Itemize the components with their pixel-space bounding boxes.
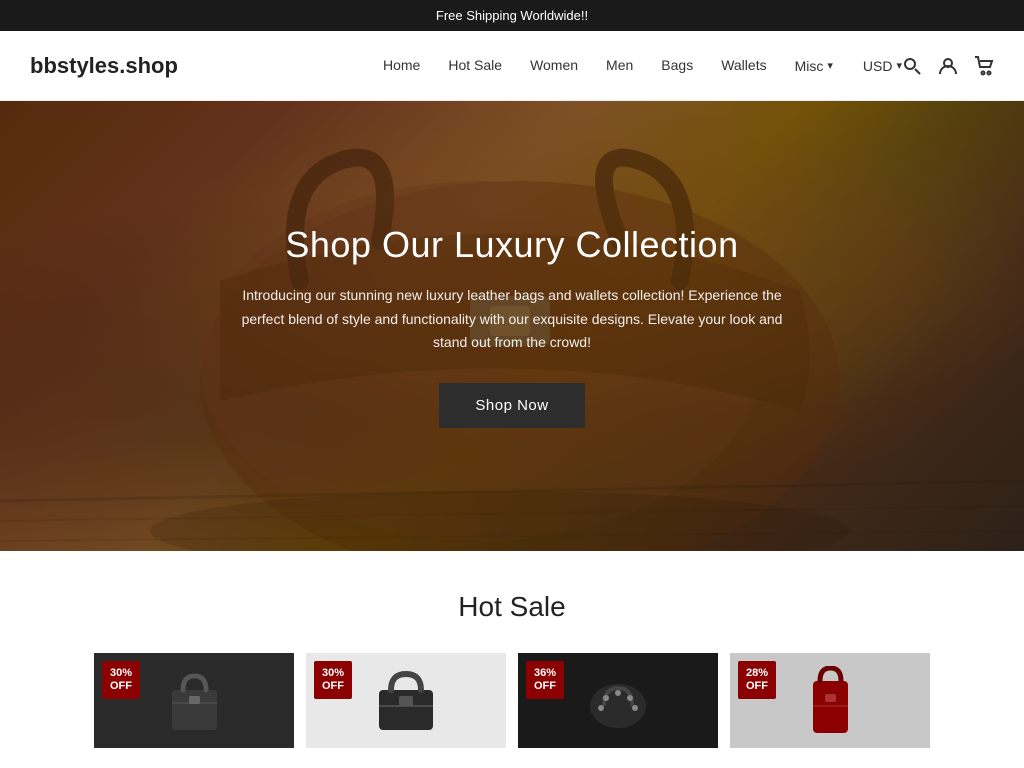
nav-item-misc[interactable]: Misc — [795, 58, 833, 74]
hero-subtitle: Introducing our stunning new luxury leat… — [232, 284, 792, 355]
hero-section: Shop Our Luxury Collection Introducing o… — [0, 101, 1024, 551]
account-icon — [938, 56, 958, 76]
cart-icon — [974, 56, 994, 76]
discount-badge: 30% OFF — [314, 661, 352, 699]
product-card[interactable]: 30% OFF — [94, 653, 294, 748]
discount-badge: 30% OFF — [102, 661, 140, 699]
account-button[interactable] — [938, 56, 958, 76]
search-button[interactable] — [902, 56, 922, 76]
nav-link-men[interactable]: Men — [606, 57, 633, 73]
hero-title: Shop Our Luxury Collection — [232, 224, 792, 266]
nav-item-men[interactable]: Men — [606, 57, 633, 75]
hot-sale-section: Hot Sale 30% OFF — [0, 551, 1024, 768]
top-banner: Free Shipping Worldwide!! — [0, 0, 1024, 31]
bag-svg — [371, 668, 441, 733]
nav-item-hot-sale[interactable]: Hot Sale — [448, 57, 502, 75]
site-logo[interactable]: bbstyles.shop — [30, 53, 178, 79]
discount-badge: 36% OFF — [526, 661, 564, 699]
bag-svg — [167, 668, 222, 733]
products-grid: 30% OFF 30% OFF — [20, 653, 1004, 748]
nav-link-wallets[interactable]: Wallets — [721, 57, 766, 73]
product-card[interactable]: 28% OFF — [730, 653, 930, 748]
nav-links: Home Hot Sale Women Men Bags Wallets Mis… — [383, 57, 833, 75]
banner-text: Free Shipping Worldwide!! — [436, 8, 588, 23]
bag-svg — [808, 666, 853, 736]
nav-link-misc[interactable]: Misc — [795, 58, 833, 74]
shop-now-button[interactable]: Shop Now — [439, 383, 584, 428]
main-nav: Home Hot Sale Women Men Bags Wallets Mis… — [383, 57, 863, 75]
search-icon — [902, 56, 922, 76]
cart-button[interactable] — [974, 56, 994, 76]
bag-svg — [586, 668, 651, 733]
product-card[interactable]: 36% OFF — [518, 653, 718, 748]
nav-link-bags[interactable]: Bags — [661, 57, 693, 73]
discount-badge: 28% OFF — [738, 661, 776, 699]
nav-link-home[interactable]: Home — [383, 57, 420, 73]
nav-link-women[interactable]: Women — [530, 57, 578, 73]
hot-sale-title: Hot Sale — [20, 591, 1004, 623]
nav-link-hot-sale[interactable]: Hot Sale — [448, 57, 502, 73]
nav-item-women[interactable]: Women — [530, 57, 578, 75]
hero-content: Shop Our Luxury Collection Introducing o… — [212, 204, 812, 448]
nav-item-wallets[interactable]: Wallets — [721, 57, 766, 75]
nav-item-home[interactable]: Home — [383, 57, 420, 75]
product-card[interactable]: 30% OFF — [306, 653, 506, 748]
header-icons — [902, 56, 994, 76]
header: bbstyles.shop Home Hot Sale Women Men Ba… — [0, 31, 1024, 101]
currency-selector[interactable]: USD — [863, 58, 902, 74]
nav-item-bags[interactable]: Bags — [661, 57, 693, 75]
